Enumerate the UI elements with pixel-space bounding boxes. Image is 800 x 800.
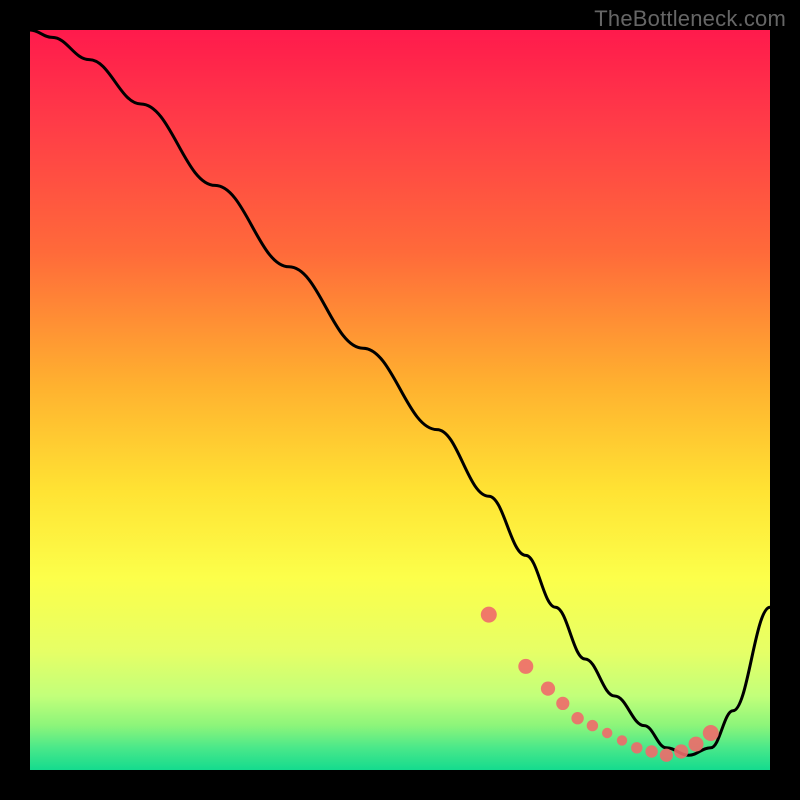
highlight-dot <box>674 744 688 758</box>
highlight-dot <box>689 737 704 752</box>
highlight-dot <box>518 659 533 674</box>
highlight-dot <box>556 697 569 710</box>
highlight-dot <box>587 720 598 731</box>
curve-layer <box>30 30 770 770</box>
highlight-dot <box>645 745 657 757</box>
highlight-dot <box>617 735 627 745</box>
plot-area <box>30 30 770 770</box>
highlight-dot <box>660 749 673 762</box>
highlight-dot <box>571 712 583 724</box>
highlight-dot <box>602 728 612 738</box>
highlight-dot <box>631 742 642 753</box>
chart-root: TheBottleneck.com <box>0 0 800 800</box>
bottleneck-curve <box>30 30 770 755</box>
highlight-dot <box>481 607 497 623</box>
watermark-label: TheBottleneck.com <box>594 6 786 32</box>
highlight-dot <box>703 725 719 741</box>
highlight-dot <box>541 682 555 696</box>
highlight-dots-group <box>481 607 719 762</box>
